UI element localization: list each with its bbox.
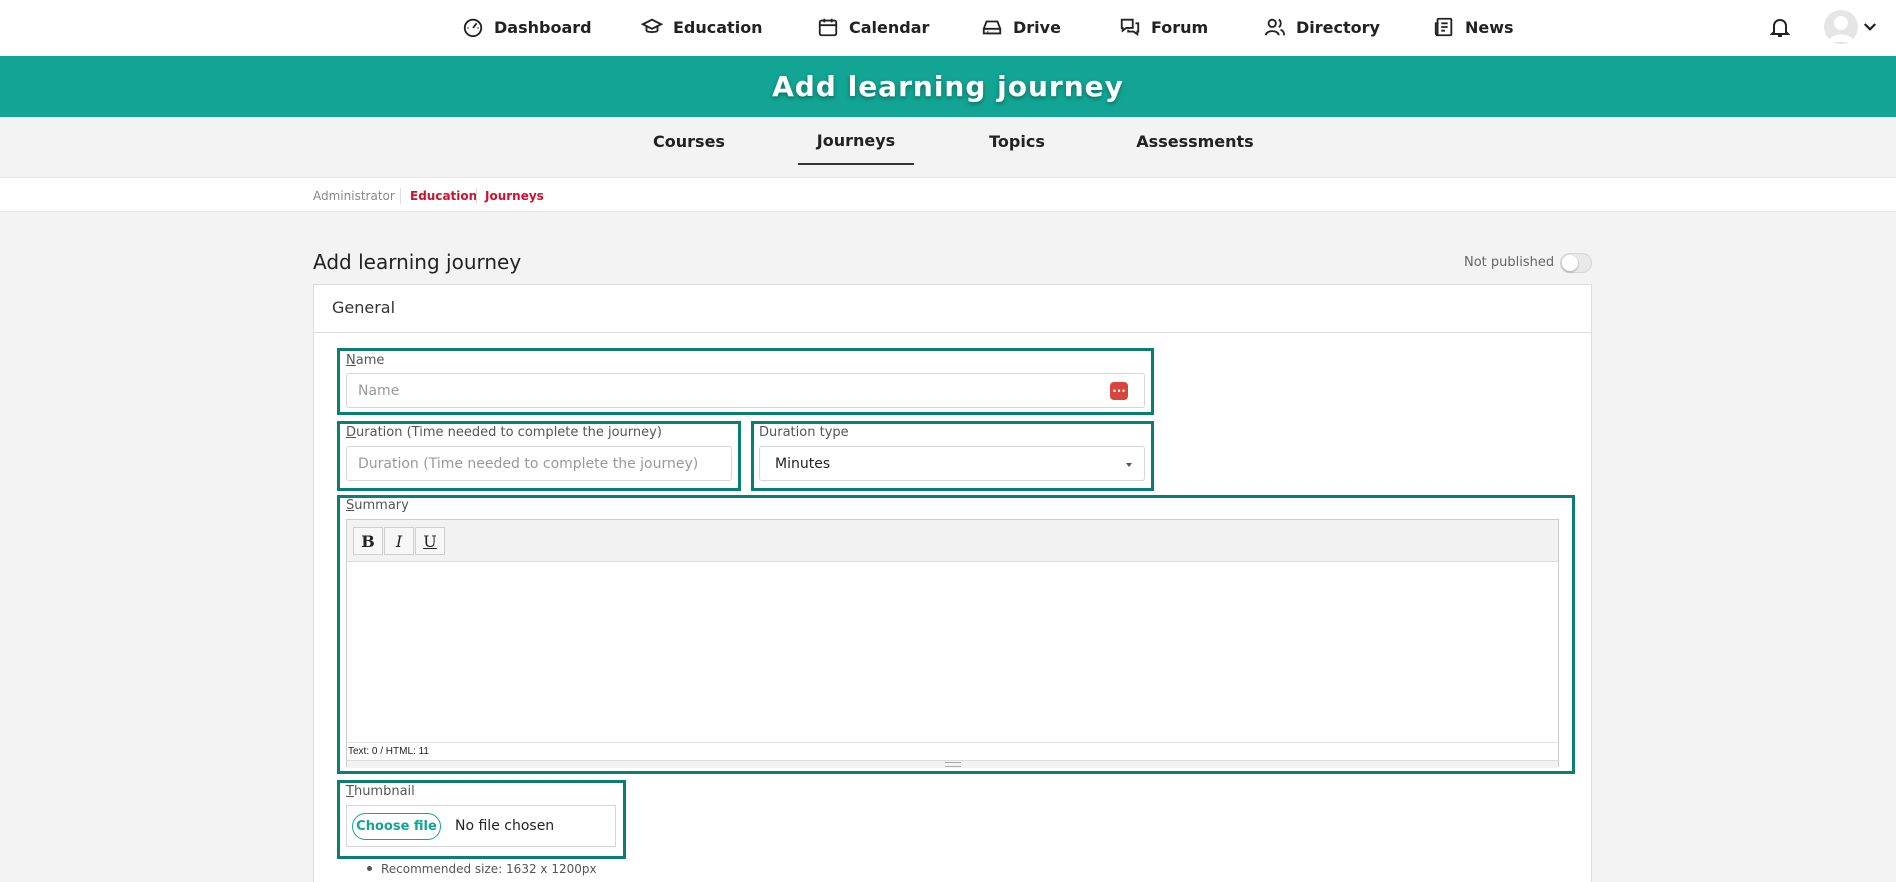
dashboard-gauge-icon bbox=[463, 18, 483, 38]
news-icon bbox=[1434, 17, 1453, 37]
card-header: General bbox=[314, 285, 1591, 333]
password-manager-icon[interactable]: ... bbox=[1110, 382, 1128, 400]
forum-chat-icon bbox=[1120, 18, 1140, 37]
duration-input[interactable]: Duration (Time needed to complete the jo… bbox=[346, 446, 732, 481]
nav-forum[interactable]: Forum bbox=[1119, 0, 1208, 54]
nav-drive-label: Drive bbox=[1013, 17, 1061, 37]
nav-calendar-label: Calendar bbox=[849, 17, 930, 37]
nav-news[interactable]: News bbox=[1433, 0, 1514, 54]
duration-label: Duration (Time needed to complete the jo… bbox=[346, 425, 662, 440]
tab-journeys[interactable]: Journeys bbox=[798, 117, 914, 165]
tab-topics[interactable]: Topics bbox=[980, 117, 1054, 165]
breadcrumb: Administrator Education Journeys bbox=[0, 177, 1896, 212]
choose-file-button[interactable]: Choose file bbox=[352, 813, 441, 840]
drive-icon bbox=[982, 20, 1002, 35]
resize-grip-icon bbox=[945, 762, 961, 767]
breadcrumb-separator bbox=[476, 188, 477, 204]
publish-status-label: Not published bbox=[1464, 255, 1555, 270]
top-navigation: Dashboard Education Calendar Drive Forum… bbox=[0, 0, 1896, 56]
editor-toolbar: B I U bbox=[347, 520, 1558, 562]
summary-label: Summary bbox=[346, 498, 409, 513]
publish-toggle[interactable] bbox=[1560, 253, 1592, 273]
nav-directory-label: Directory bbox=[1296, 17, 1380, 37]
nav-calendar[interactable]: Calendar bbox=[817, 0, 929, 54]
user-avatar-icon[interactable] bbox=[1824, 10, 1858, 44]
underline-button[interactable]: U bbox=[415, 527, 445, 555]
duration-type-select[interactable]: Minutes bbox=[759, 446, 1145, 481]
name-label: Name bbox=[346, 353, 385, 368]
nav-dashboard-label: Dashboard bbox=[494, 17, 592, 37]
banner-title: Add learning journey bbox=[772, 70, 1124, 103]
summary-editor: B I U Text: 0 / HTML: 11 bbox=[346, 519, 1559, 768]
bold-button[interactable]: B bbox=[353, 527, 383, 555]
duration-type-value: Minutes bbox=[775, 455, 831, 472]
breadcrumb-journeys[interactable]: Journeys bbox=[485, 178, 544, 213]
select-arrow-icon bbox=[1126, 463, 1132, 467]
nav-news-label: News bbox=[1465, 17, 1514, 37]
chevron-down-icon[interactable] bbox=[1861, 18, 1879, 36]
editor-resize-handle[interactable] bbox=[347, 760, 1558, 768]
thumbnail-file-input: Choose file No file chosen bbox=[346, 805, 616, 847]
italic-button[interactable]: I bbox=[384, 527, 414, 555]
nav-forum-label: Forum bbox=[1151, 17, 1209, 37]
name-input[interactable]: Name bbox=[346, 373, 1145, 408]
summary-text-area[interactable] bbox=[347, 562, 1558, 742]
education-tabs: Courses Journeys Topics Assessments bbox=[0, 117, 1896, 177]
nav-drive[interactable]: Drive bbox=[981, 0, 1061, 54]
tab-assessments[interactable]: Assessments bbox=[1134, 117, 1256, 165]
page-title: Add learning journey bbox=[313, 250, 522, 274]
file-status: No file chosen bbox=[455, 818, 555, 834]
breadcrumb-education[interactable]: Education bbox=[410, 178, 477, 213]
thumbnail-size-hint: Recommended size: 1632 x 1200px bbox=[381, 862, 597, 876]
graduation-cap-icon bbox=[641, 18, 663, 33]
thumbnail-label: Thumbnail bbox=[346, 784, 415, 799]
bell-icon[interactable] bbox=[1768, 15, 1792, 39]
calendar-icon bbox=[818, 18, 838, 37]
editor-status: Text: 0 / HTML: 11 bbox=[347, 742, 1558, 760]
duration-type-label: Duration type bbox=[759, 425, 849, 440]
nav-education-label: Education bbox=[673, 17, 763, 37]
people-icon bbox=[1264, 18, 1286, 36]
tab-courses[interactable]: Courses bbox=[649, 117, 729, 165]
nav-education[interactable]: Education bbox=[641, 0, 763, 54]
breadcrumb-administrator[interactable]: Administrator bbox=[313, 178, 395, 213]
toggle-knob bbox=[1562, 255, 1578, 271]
page-banner: Add learning journey bbox=[0, 56, 1896, 117]
nav-directory[interactable]: Directory bbox=[1264, 0, 1380, 54]
breadcrumb-separator bbox=[400, 188, 401, 204]
nav-dashboard[interactable]: Dashboard bbox=[462, 0, 592, 54]
list-bullet bbox=[367, 866, 372, 871]
card-heading: General bbox=[332, 298, 396, 317]
